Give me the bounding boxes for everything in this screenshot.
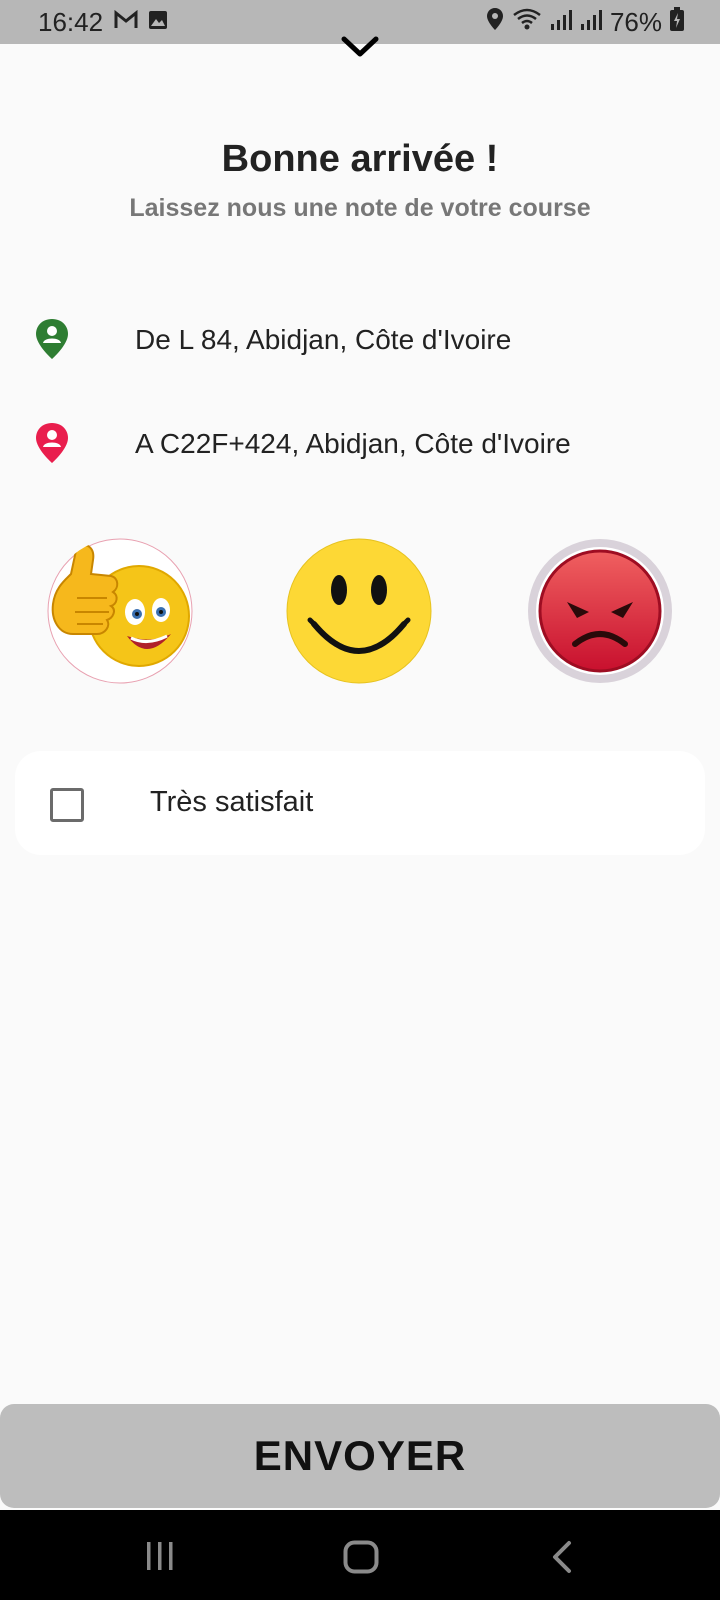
smiley-emoji-icon bbox=[286, 538, 432, 684]
submit-button[interactable]: ENVOYER bbox=[0, 1404, 720, 1508]
rating-smiley[interactable] bbox=[286, 538, 432, 684]
origin-row: De L 84, Abidjan, Côte d'Ivoire bbox=[0, 318, 720, 368]
signal-icon bbox=[550, 7, 572, 38]
rating-angry[interactable] bbox=[527, 538, 673, 684]
recent-apps-icon[interactable] bbox=[144, 1540, 176, 1577]
thumbs-up-emoji-icon bbox=[47, 538, 193, 684]
destination-address: A C22F+424, Abidjan, Côte d'Ivoire bbox=[135, 428, 571, 459]
rating-screen: 16:42 76% Bonne arrivée ! Laissez nous u… bbox=[0, 0, 720, 1600]
satisfaction-card: Très satisfait bbox=[15, 751, 705, 855]
destination-row: A C22F+424, Abidjan, Côte d'Ivoire bbox=[0, 422, 720, 472]
battery-charging-icon bbox=[670, 7, 684, 38]
gmail-icon bbox=[114, 9, 138, 35]
origin-pin-icon bbox=[34, 318, 70, 360]
rating-thumbs-up[interactable] bbox=[47, 538, 193, 684]
satisfaction-label: Très satisfait bbox=[150, 786, 314, 818]
battery-percent: 76% bbox=[609, 7, 662, 37]
chevron-down-icon bbox=[341, 36, 379, 57]
page-subtitle: Laissez nous une note de votre course bbox=[129, 194, 591, 222]
system-nav-bar bbox=[0, 1510, 720, 1600]
wifi-icon bbox=[512, 7, 542, 38]
collapse-button[interactable] bbox=[336, 30, 384, 64]
page-title: Bonne arrivée ! bbox=[221, 138, 499, 180]
image-icon bbox=[148, 10, 168, 35]
location-icon bbox=[486, 7, 504, 38]
signal-icon bbox=[580, 7, 602, 38]
back-icon[interactable] bbox=[550, 1540, 574, 1579]
destination-pin-icon bbox=[34, 422, 70, 464]
angry-emoji-icon bbox=[528, 539, 672, 683]
status-time: 16:42 bbox=[38, 7, 104, 37]
origin-address: De L 84, Abidjan, Côte d'Ivoire bbox=[135, 324, 512, 355]
satisfaction-checkbox[interactable] bbox=[50, 788, 84, 822]
home-icon[interactable] bbox=[343, 1540, 379, 1579]
